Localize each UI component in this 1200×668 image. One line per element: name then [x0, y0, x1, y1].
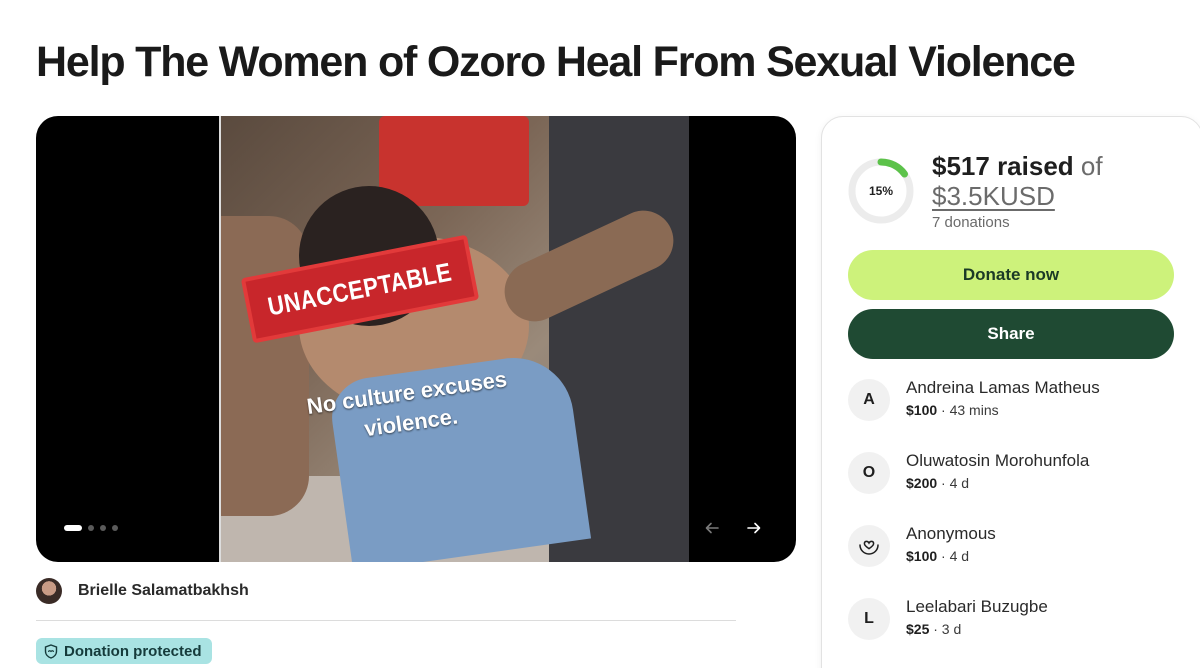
donor-item: O Oluwatosin Morohunfola $200 · 4 d	[848, 450, 1089, 494]
donor-meta: $100 · 4 d	[906, 548, 996, 564]
raised-amount: $517 raised	[932, 151, 1074, 181]
divider	[36, 620, 736, 621]
donor-item: L Leelabari Buzugbe $25 · 3 d	[848, 596, 1048, 640]
frame-divider-left	[219, 116, 221, 562]
arrow-left-icon	[705, 522, 719, 534]
donor-name: Anonymous	[906, 524, 996, 543]
organizer-name[interactable]: Brielle Salamatbakhsh	[78, 582, 249, 600]
share-button[interactable]: Share	[848, 309, 1174, 359]
donor-meta: $200 · 4 d	[906, 475, 1089, 491]
donor-name: Andreina Lamas Matheus	[906, 378, 1100, 397]
donor-name: Leelabari Buzugbe	[906, 597, 1048, 616]
scene-arm-left	[219, 216, 309, 516]
scene-red-shirt	[379, 116, 529, 206]
raised-of: of	[1073, 151, 1103, 181]
video-frame[interactable]: UNACCEPTABLE No culture excuses violence…	[219, 116, 689, 562]
donation-protected-badge[interactable]: Donation protected	[36, 638, 212, 664]
shield-icon	[44, 643, 58, 659]
donor-avatar: L	[848, 598, 890, 640]
carousel-pagination	[64, 525, 118, 531]
donor-amount: $100	[906, 402, 938, 418]
arrow-right-icon	[747, 522, 761, 534]
donation-card: 15% $517 raised of $3.5KUSD 7 donations …	[821, 116, 1200, 668]
organizer[interactable]: Brielle Salamatbakhsh	[36, 578, 249, 604]
donor-avatar: O	[848, 452, 890, 494]
amount-raised: $517 raised of	[932, 151, 1103, 182]
pagination-dot[interactable]	[64, 525, 82, 531]
donor-avatar: A	[848, 379, 890, 421]
pagination-dot[interactable]	[100, 525, 106, 531]
page-title: Help The Women of Ozoro Heal From Sexual…	[36, 38, 1076, 86]
progress-percent: 15%	[868, 184, 894, 198]
donor-name: Oluwatosin Morohunfola	[906, 451, 1090, 470]
donor-meta: $100 · 43 mins	[906, 402, 1100, 418]
donor-time: · 4 d	[937, 548, 970, 564]
goal-amount[interactable]: $3.5KUSD	[932, 181, 1055, 212]
donor-item: Anonymous $100 · 4 d	[848, 523, 996, 567]
donor-meta: $25 · 3 d	[906, 621, 1048, 637]
donor-time: · 43 mins	[937, 402, 999, 418]
donor-amount: $100	[906, 548, 938, 564]
donation-count: 7 donations	[932, 214, 1010, 231]
badge-label: Donation protected	[64, 642, 202, 660]
donor-time: · 4 d	[937, 475, 970, 491]
pagination-dot[interactable]	[88, 525, 94, 531]
donate-now-button[interactable]: Donate now	[848, 250, 1174, 300]
pagination-dot[interactable]	[112, 525, 118, 531]
media-carousel[interactable]: UNACCEPTABLE No culture excuses violence…	[36, 116, 796, 562]
carousel-next-button[interactable]	[734, 508, 774, 548]
donor-avatar	[848, 525, 890, 567]
donor-time: · 3 d	[929, 621, 962, 637]
donor-amount: $200	[906, 475, 938, 491]
heart-hands-icon	[859, 540, 879, 555]
carousel-prev-button[interactable]	[692, 508, 732, 548]
donor-amount: $25	[906, 621, 930, 637]
donor-item: A Andreina Lamas Matheus $100 · 43 mins	[848, 377, 1100, 421]
organizer-avatar[interactable]	[36, 578, 62, 604]
